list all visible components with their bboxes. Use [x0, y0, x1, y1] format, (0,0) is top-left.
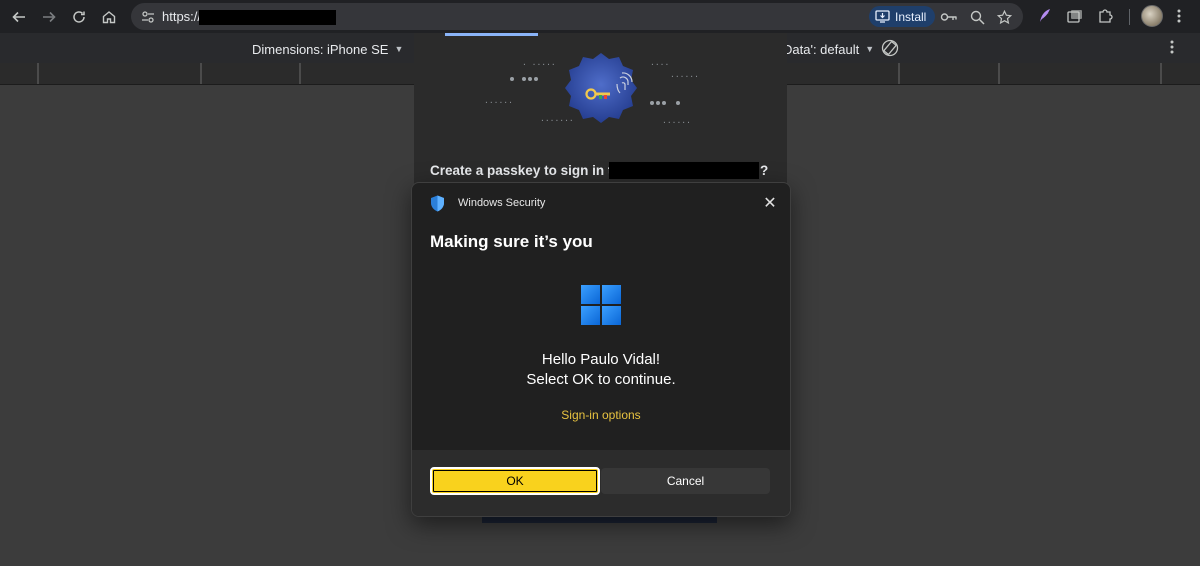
site-info-icon[interactable] — [139, 8, 156, 25]
extensions-puzzle-icon[interactable] — [1094, 5, 1116, 27]
instruction-text: Select OK to continue. — [526, 371, 676, 388]
browser-toolbar: https:// Install — [0, 0, 1200, 33]
home-icon — [102, 11, 116, 24]
data-select-value: Data': default — [783, 42, 860, 57]
progress-bar — [445, 33, 538, 36]
windows-security-dialog: Windows Security ✕ Making sure it’s you … — [411, 182, 791, 517]
url-text: https:// — [162, 9, 202, 24]
install-app-icon — [875, 10, 890, 23]
cancel-button[interactable]: Cancel — [601, 468, 770, 494]
dialog-heading: Making sure it’s you — [430, 232, 593, 251]
extension-window-icon[interactable] — [1064, 5, 1086, 27]
ok-button[interactable]: OK — [430, 467, 600, 495]
passkey-title: Create a passkey to sign in to — [430, 163, 621, 178]
svg-text:.......: ....... — [540, 114, 574, 123]
svg-text:......: ...... — [662, 116, 691, 125]
redacted-url — [199, 10, 336, 25]
menu-kebab-icon[interactable] — [1168, 5, 1190, 27]
arrow-left-icon — [12, 11, 25, 23]
dialog-footer: OK Cancel — [412, 450, 790, 516]
sign-in-options-link[interactable]: Sign-in options — [412, 408, 790, 422]
reload-button[interactable] — [67, 5, 91, 29]
install-label: Install — [895, 9, 927, 24]
forward-button[interactable] — [37, 5, 61, 29]
feather-extension-icon[interactable] — [1034, 5, 1056, 27]
chevron-down-icon: ▼ — [394, 44, 404, 54]
home-button[interactable] — [97, 5, 121, 29]
reload-icon — [73, 11, 85, 23]
dimensions-label: Dimensions: — [252, 42, 324, 57]
page-content-strip — [482, 516, 717, 523]
profile-avatar[interactable] — [1141, 5, 1163, 27]
passkey-title-text: Create a passkey to sign in to — [430, 163, 621, 178]
back-button[interactable] — [7, 5, 31, 29]
passkey-title-suffix: ? — [760, 163, 769, 178]
windows-logo-icon — [581, 285, 621, 325]
greeting-text: Hello Paulo Vidal! — [541, 351, 661, 368]
svg-text:....: .... — [650, 58, 669, 67]
password-key-icon[interactable] — [939, 7, 959, 27]
device-select[interactable]: iPhone SE ▼ — [327, 42, 403, 57]
close-icon[interactable]: ✕ — [760, 193, 780, 213]
address-bar[interactable]: https:// Install — [131, 3, 1023, 30]
passkey-dialog: . ..... ...... ....... .... ...... .....… — [414, 33, 787, 193]
shield-icon — [431, 195, 444, 212]
data-select[interactable]: Data': default ▼ — [783, 42, 874, 57]
dialog-app-name: Windows Security — [458, 197, 546, 209]
chevron-down-icon: ▼ — [865, 44, 875, 54]
devbar-more-icon[interactable] — [1170, 40, 1182, 56]
passkey-illustration: . ..... ...... ....... .... ...... .....… — [484, 53, 699, 125]
toolbar-divider — [1129, 9, 1130, 25]
rotate-icon[interactable] — [880, 38, 900, 58]
device-select-value: iPhone SE — [327, 42, 389, 57]
bookmark-star-icon[interactable] — [994, 7, 1014, 27]
zoom-icon[interactable] — [967, 7, 987, 27]
arrow-right-icon — [43, 11, 56, 23]
redacted-site — [609, 162, 759, 179]
svg-text:......: ...... — [484, 96, 513, 105]
svg-text:. .....: . ..... — [522, 58, 556, 67]
install-button[interactable]: Install — [869, 6, 935, 27]
svg-text:......: ...... — [670, 70, 699, 79]
